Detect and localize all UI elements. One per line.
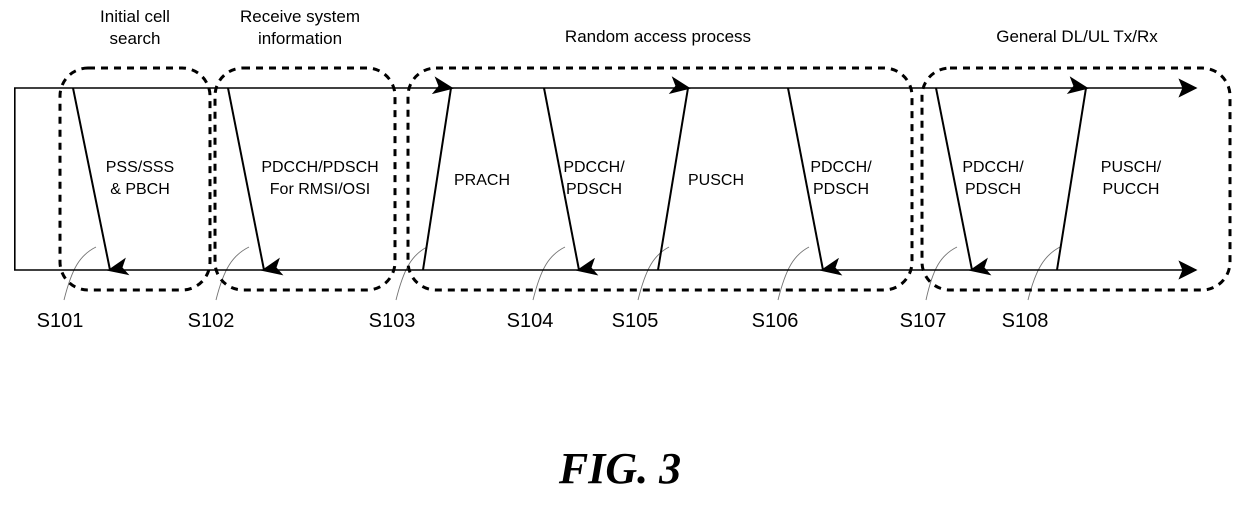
phase-title-receive-system-information-line1: Receive system [240, 7, 360, 26]
phase-title-receive-system-information-line2: information [258, 29, 342, 48]
label-pdcch-pdsch-contention-line1: PDCCH/ [810, 159, 872, 176]
arrow-pdcch-pdsch-general [935, 87, 992, 276]
group-box-receive-system-information [213, 66, 397, 292]
message-labels: PSS/SSS & PBCH PDCCH/PDSCH For RMSI/OSI … [106, 159, 1162, 198]
label-pdcch-pdsch-rar-line2: PDSCH [566, 181, 622, 198]
step-label-s102: S102 [188, 310, 235, 332]
step-label-s103: S103 [369, 310, 416, 332]
arrow-pusch-pucch [1056, 76, 1089, 271]
phase-titles: Initial cell search Receive system infor… [100, 7, 1158, 48]
arrow-pdcch-pdsch-rar [543, 87, 599, 276]
label-pdcch-pdsch-contention-line2: PDSCH [813, 181, 869, 198]
label-pss-sss-pbch-line1: PSS/SSS [106, 159, 174, 176]
label-pusch-pucch-line1: PUSCH/ [1101, 159, 1162, 176]
label-pdcch-pdsch-general-line1: PDCCH/ [962, 159, 1024, 176]
group-box-general-dl-ul-tx-rx [920, 66, 1232, 292]
arrow-pss-sss-pbch [72, 87, 130, 276]
step-label-s105: S105 [612, 310, 659, 332]
label-pdcch-pdsch-rmsi-osi-line2: For RMSI/OSI [270, 181, 370, 198]
label-pss-sss-pbch-line2: & PBCH [110, 181, 170, 198]
label-pusch-pucch-line2: PUCCH [1103, 181, 1160, 198]
step-label-s107: S107 [900, 310, 947, 332]
leader-s102 [215, 246, 250, 301]
message-arrows [72, 76, 1089, 276]
step-label-s108: S108 [1002, 310, 1049, 332]
label-pdcch-pdsch-rar-line1: PDCCH/ [563, 159, 625, 176]
leader-s105 [637, 246, 670, 301]
arrow-prach [422, 76, 454, 271]
step-labels: S101 S102 S103 S104 S105 S106 S107 S108 [37, 310, 1049, 332]
arrow-pusch [657, 76, 691, 271]
leader-s107 [925, 246, 958, 301]
step-label-s104: S104 [507, 310, 554, 332]
label-pusch: PUSCH [688, 172, 744, 189]
phase-title-initial-cell-search-line2: search [109, 29, 160, 48]
phase-title-random-access-process: Random access process [565, 27, 751, 46]
leader-s103 [395, 246, 428, 301]
leader-s104 [532, 246, 566, 301]
step-label-s106: S106 [752, 310, 799, 332]
leader-s106 [777, 246, 810, 301]
label-pdcch-pdsch-general-line2: PDSCH [965, 181, 1021, 198]
figure-container: Initial cell search Receive system infor… [0, 0, 1239, 512]
arrow-pdcch-pdsch-rmsi-osi [227, 87, 284, 276]
phase-title-initial-cell-search-line1: Initial cell [100, 7, 170, 26]
arrow-pdcch-pdsch-contention [787, 87, 843, 276]
procedure-diagram: Initial cell search Receive system infor… [14, 7, 1232, 493]
timeline-frame [14, 78, 1198, 280]
label-prach: PRACH [454, 172, 510, 189]
leader-s108 [1027, 246, 1061, 301]
step-label-s101: S101 [37, 310, 84, 332]
figure-caption: FIG. 3 [558, 444, 681, 493]
leader-s101 [63, 246, 97, 301]
label-pdcch-pdsch-rmsi-osi-line1: PDCCH/PDSCH [261, 159, 378, 176]
phase-title-general-dl-ul-tx-rx: General DL/UL Tx/Rx [996, 27, 1158, 46]
